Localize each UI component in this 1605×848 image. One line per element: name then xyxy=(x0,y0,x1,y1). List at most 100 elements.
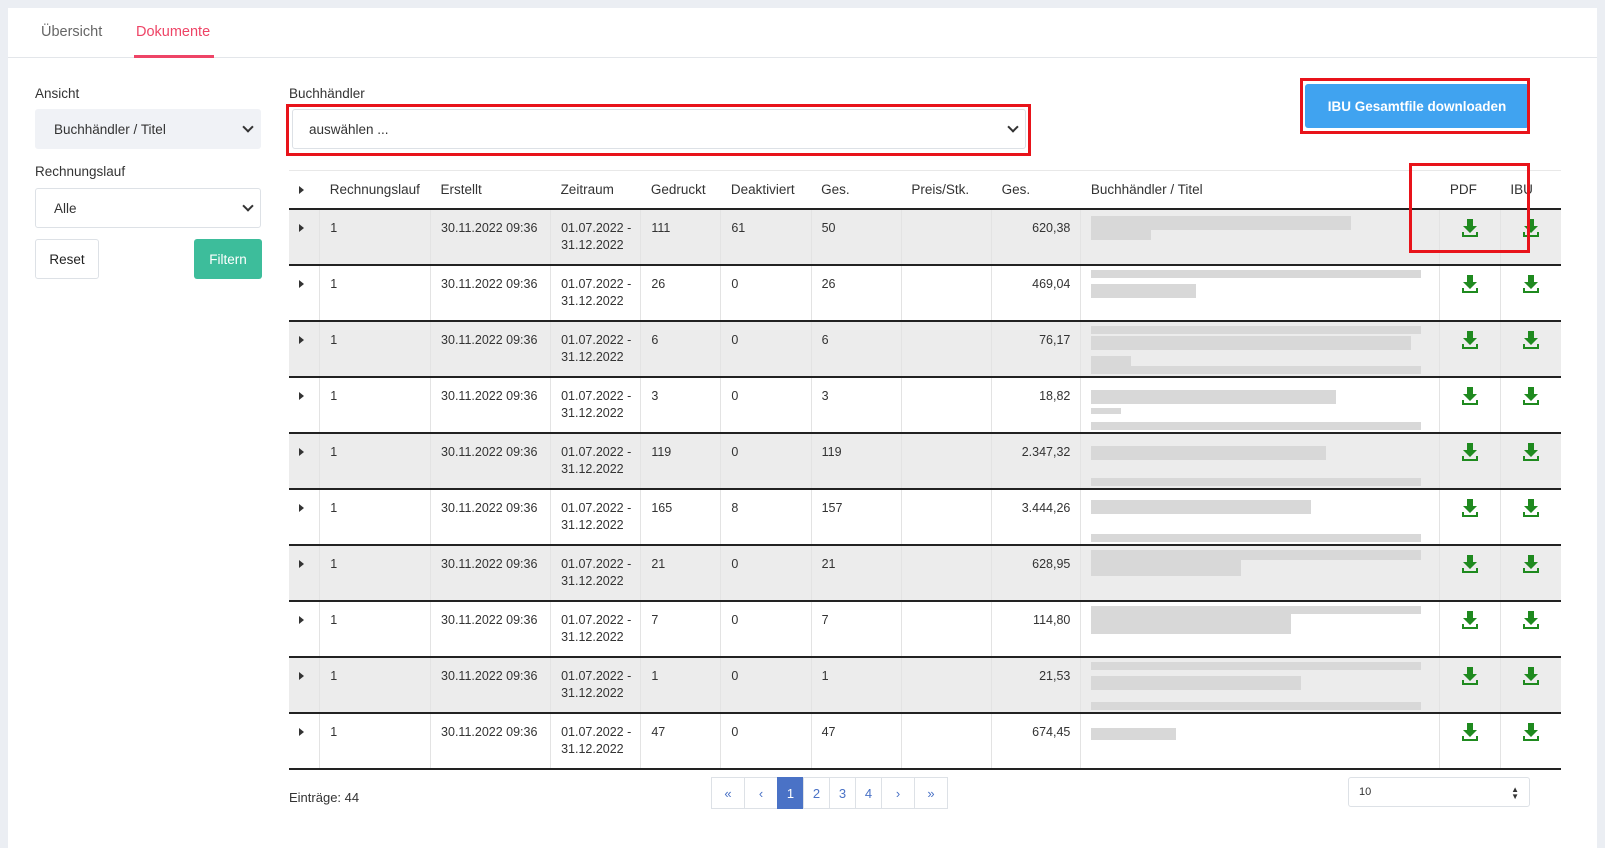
expand-row-cell[interactable] xyxy=(289,488,321,545)
run-select[interactable]: Alle xyxy=(35,188,261,228)
download-ibu-icon[interactable] xyxy=(1522,498,1540,518)
table-header-row: Rechnungslauf Erstellt Zeitraum Gedruckt… xyxy=(289,170,1561,210)
redacted-text xyxy=(1091,605,1439,646)
cell-sum: 2.347,32 xyxy=(991,432,1082,489)
expand-row-cell[interactable] xyxy=(289,208,321,265)
expand-row-cell[interactable] xyxy=(289,712,321,769)
caret-right-icon[interactable] xyxy=(299,279,304,288)
cell-period: 01.07.2022 - 31.12.2022 xyxy=(550,432,642,489)
caret-right-icon[interactable] xyxy=(299,727,304,736)
reset-button[interactable]: Reset xyxy=(35,239,99,279)
col-erstellt[interactable]: Erstellt xyxy=(430,170,551,210)
download-ibu-icon[interactable] xyxy=(1522,610,1540,630)
cell-created: 30.11.2022 09:36 xyxy=(430,600,552,657)
cell-deactivated: 0 xyxy=(720,264,812,321)
last-page-button[interactable]: » xyxy=(914,777,948,809)
period-from: 01.07.2022 - xyxy=(561,220,632,235)
download-ibu-icon[interactable] xyxy=(1522,442,1540,462)
cell-printed: 47 xyxy=(640,712,722,769)
filter-button[interactable]: Filtern xyxy=(194,239,262,279)
download-ibu-total-button[interactable]: IBU Gesamtfile downloaden xyxy=(1305,84,1529,128)
page-button-1[interactable]: 1 xyxy=(777,777,804,809)
col-ges-count[interactable]: Ges. xyxy=(811,170,902,210)
expand-row-cell[interactable] xyxy=(289,656,321,713)
expand-row-cell[interactable] xyxy=(289,544,321,601)
download-ibu-icon[interactable] xyxy=(1522,554,1540,574)
col-pdf[interactable]: PDF xyxy=(1439,170,1501,210)
caret-right-icon[interactable] xyxy=(299,671,304,680)
download-ibu-icon[interactable] xyxy=(1522,274,1540,294)
cell-pdf xyxy=(1439,544,1501,601)
cell-bookseller-title xyxy=(1080,544,1441,601)
col-preis-stk[interactable]: Preis/Stk. xyxy=(901,170,992,210)
download-pdf-icon[interactable] xyxy=(1461,330,1479,350)
table-row: 1 30.11.2022 09:36 01.07.2022 - 31.12.2022 4… xyxy=(289,712,1561,769)
cell-printed: 111 xyxy=(640,208,722,265)
cell-run: 1 xyxy=(319,320,432,377)
tab-dokumente[interactable]: Dokumente xyxy=(136,24,210,40)
download-pdf-icon[interactable] xyxy=(1461,666,1479,686)
cell-bookseller-title xyxy=(1080,656,1441,713)
page-button-2[interactable]: 2 xyxy=(803,777,830,809)
download-pdf-icon[interactable] xyxy=(1461,498,1479,518)
download-ibu-icon[interactable] xyxy=(1522,386,1540,406)
caret-right-icon[interactable] xyxy=(299,503,304,512)
cell-ibu xyxy=(1500,377,1561,433)
expand-row-cell[interactable] xyxy=(289,600,321,657)
expand-row-cell[interactable] xyxy=(289,376,321,433)
cell-ibu xyxy=(1500,656,1561,713)
col-buchhaendler-titel[interactable]: Buchhändler / Titel xyxy=(1080,170,1440,210)
download-pdf-icon[interactable] xyxy=(1461,386,1479,406)
caret-right-icon[interactable] xyxy=(299,391,304,400)
per-page-select[interactable]: 10 ▲ ▼ xyxy=(1348,777,1530,807)
download-pdf-icon[interactable] xyxy=(1461,610,1479,630)
page-button-3[interactable]: 3 xyxy=(829,777,856,809)
cell-deactivated: 61 xyxy=(720,208,812,265)
cell-deactivated: 0 xyxy=(720,432,812,489)
chevron-down-icon xyxy=(1007,121,1019,133)
download-pdf-icon[interactable] xyxy=(1461,554,1479,574)
bookseller-select[interactable]: auswählen ... xyxy=(292,109,1026,149)
per-page-value: 10 xyxy=(1359,786,1372,798)
col-ges-sum[interactable]: Ges. xyxy=(991,170,1081,210)
sort-updown-icon: ▲ ▼ xyxy=(1511,785,1519,801)
caret-right-icon[interactable] xyxy=(299,615,304,624)
col-rechnungslauf[interactable]: Rechnungslauf xyxy=(319,170,431,210)
tab-uebersicht[interactable]: Übersicht xyxy=(41,24,102,40)
download-ibu-icon[interactable] xyxy=(1522,218,1540,238)
download-ibu-icon[interactable] xyxy=(1522,666,1540,686)
caret-right-icon[interactable] xyxy=(299,223,304,232)
view-select[interactable]: Buchhändler / Titel xyxy=(35,109,261,149)
caret-right-icon[interactable] xyxy=(299,335,304,344)
download-ibu-icon[interactable] xyxy=(1522,722,1540,742)
cell-price xyxy=(901,712,993,769)
cell-sum: 114,80 xyxy=(991,600,1082,657)
caret-right-icon[interactable] xyxy=(299,559,304,568)
expand-row-cell[interactable] xyxy=(289,320,321,377)
caret-right-icon[interactable] xyxy=(299,185,304,194)
download-pdf-icon[interactable] xyxy=(1461,722,1479,742)
prev-page-button[interactable]: ‹ xyxy=(744,777,778,809)
first-page-button[interactable]: « xyxy=(711,777,745,809)
caret-right-icon[interactable] xyxy=(299,447,304,456)
download-pdf-icon[interactable] xyxy=(1461,274,1479,294)
expand-row-cell[interactable] xyxy=(289,432,321,489)
col-gedruckt[interactable]: Gedruckt xyxy=(640,170,721,210)
active-tab-indicator xyxy=(134,55,214,58)
cell-period: 01.07.2022 - 31.12.2022 xyxy=(550,712,642,769)
page-button-4[interactable]: 4 xyxy=(855,777,882,809)
download-pdf-icon[interactable] xyxy=(1461,218,1479,238)
expand-all-header[interactable] xyxy=(289,170,320,210)
download-pdf-icon[interactable] xyxy=(1461,442,1479,462)
cell-printed: 3 xyxy=(640,376,722,433)
expand-row-cell[interactable] xyxy=(289,264,321,321)
cell-period: 01.07.2022 - 31.12.2022 xyxy=(550,544,642,601)
download-ibu-icon[interactable] xyxy=(1522,330,1540,350)
next-page-button[interactable]: › xyxy=(881,777,915,809)
table-row: 1 30.11.2022 09:36 01.07.2022 - 31.12.2022 7… xyxy=(289,600,1561,657)
table-row: 1 30.11.2022 09:36 01.07.2022 - 31.12.2022 1… xyxy=(289,488,1561,545)
col-deaktiviert[interactable]: Deaktiviert xyxy=(720,170,812,210)
col-ibu[interactable]: IBU xyxy=(1500,170,1561,210)
cell-created: 30.11.2022 09:36 xyxy=(430,544,552,601)
col-zeitraum[interactable]: Zeitraum xyxy=(550,170,641,210)
